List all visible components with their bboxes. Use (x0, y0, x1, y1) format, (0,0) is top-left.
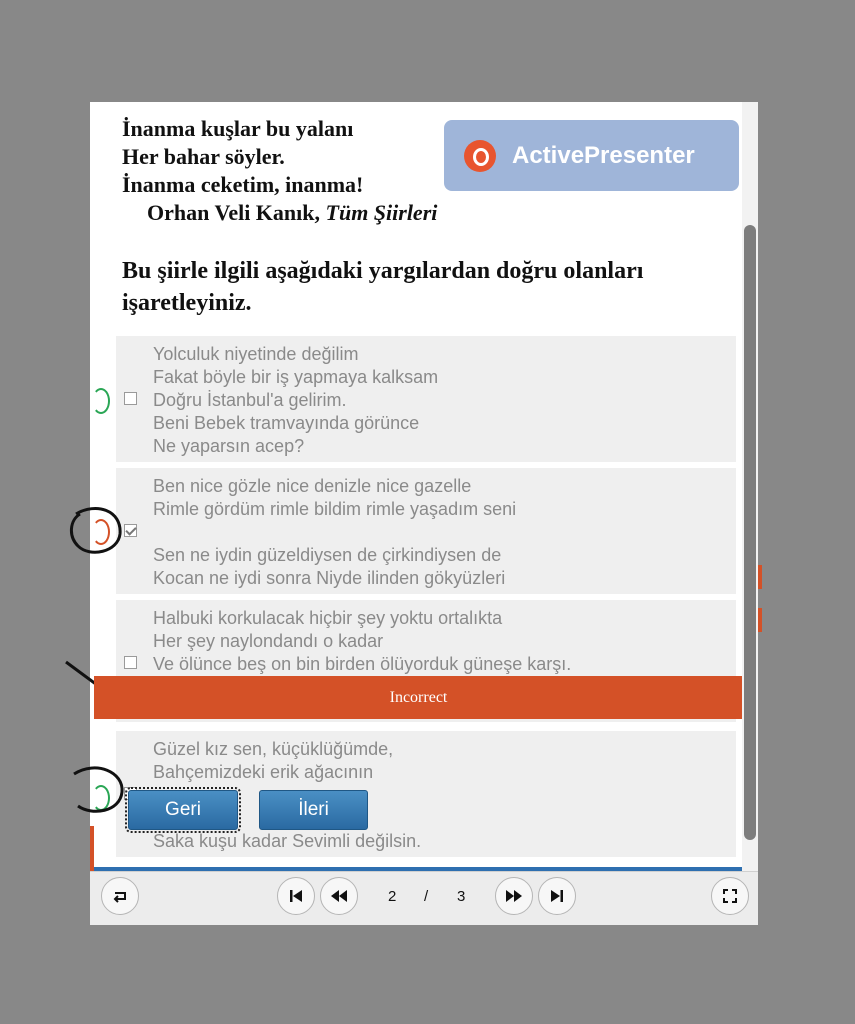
fullscreen-icon[interactable] (711, 877, 749, 915)
last-slide-icon[interactable] (538, 877, 576, 915)
back-button[interactable]: Geri (125, 787, 241, 833)
question-text: Bu şiirle ilgili aşağıdaki yargılardan d… (122, 258, 644, 316)
forward-icon[interactable] (495, 877, 533, 915)
total-pages: 3 (457, 888, 466, 905)
accent-strip (758, 565, 762, 589)
ink-circle-annotation (73, 766, 124, 813)
answer-option-2[interactable]: Ben nice gözle nice denizle nice gazelle… (116, 468, 736, 594)
option-text: Ben nice gözle nice denizle nice gazelle… (153, 476, 517, 588)
accent-strip (90, 826, 94, 871)
poem: İnanma kuşlar bu yalanı Her bahar söyler… (122, 115, 437, 227)
option-text: Halbuki korkulacak hiçbir şey yoktu orta… (153, 608, 572, 674)
scrollbar-thumb[interactable] (744, 225, 756, 840)
current-page: 2 (388, 888, 397, 905)
poem-source: Orhan Veli Kanık, Tüm Şiirleri (122, 199, 437, 227)
option-text: Yolculuk niyetinde değilim Fakat böyle b… (153, 344, 439, 456)
poem-line: İnanma kuşlar bu yalanı (122, 116, 354, 141)
option-checkbox[interactable] (124, 392, 137, 405)
activepresenter-logo: ActivePresenter (444, 120, 739, 191)
option-checkbox[interactable] (124, 656, 137, 669)
answer-option-1[interactable]: Yolculuk niyetinde değilim Fakat böyle b… (116, 336, 736, 462)
next-button[interactable]: İleri (259, 790, 368, 830)
logo-name: ActivePresenter (512, 141, 695, 169)
correct-mark-icon (92, 388, 110, 414)
first-slide-icon[interactable] (277, 877, 315, 915)
rewind-icon[interactable] (320, 877, 358, 915)
page-separator: / (424, 888, 429, 905)
poem-line: Her bahar söyler. (122, 144, 285, 169)
activepresenter-logo-icon (464, 139, 496, 172)
poem-book: Tüm Şiirleri (325, 200, 438, 225)
ink-circle-annotation (70, 507, 122, 554)
feedback-banner: Incorrect (94, 676, 743, 719)
poem-author: Orhan Veli Kanık, (147, 200, 321, 225)
replay-icon[interactable] (101, 877, 139, 915)
poem-line: İnanma ceketim, inanma! (122, 172, 364, 197)
accent-strip (758, 608, 762, 632)
